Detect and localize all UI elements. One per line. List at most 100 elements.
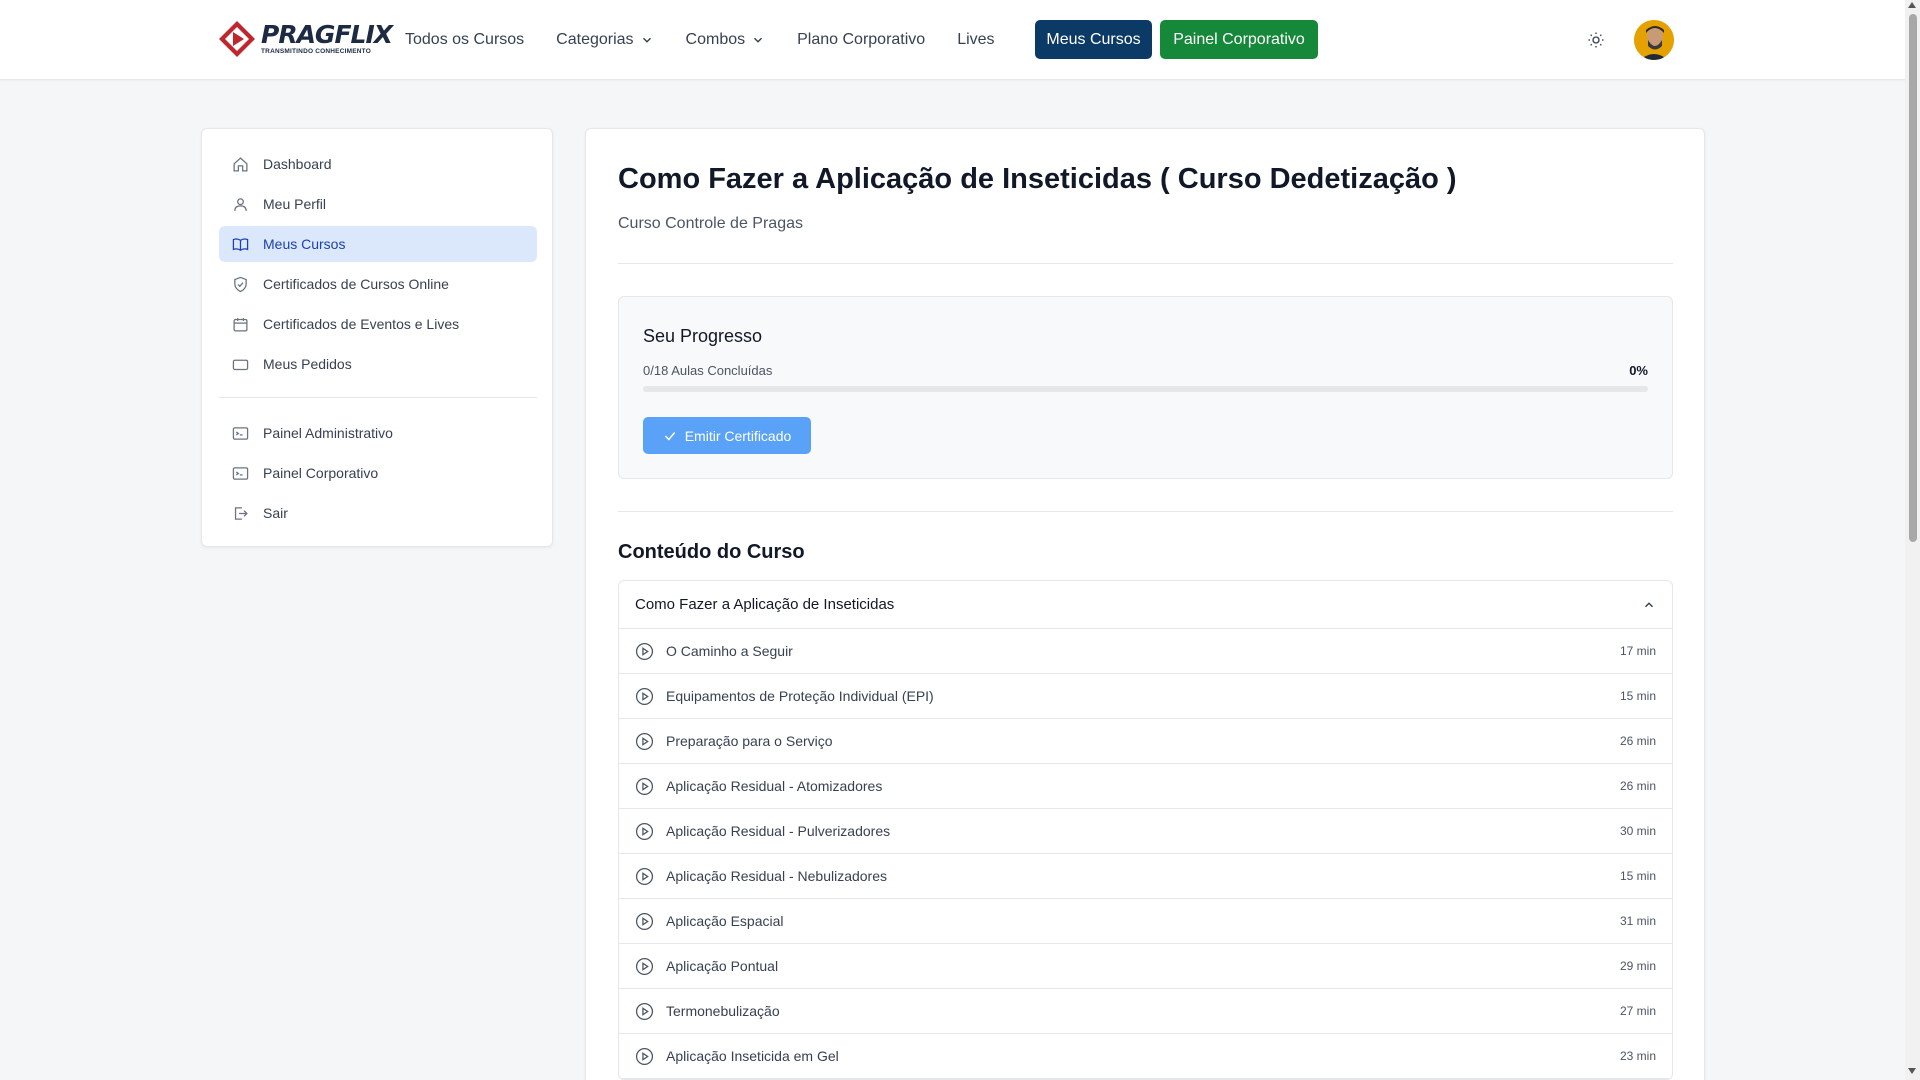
module-accordion: Como Fazer a Aplicação de Inseticidas O … <box>618 580 1673 1080</box>
sidebar-item-meus-cursos[interactable]: Meus Cursos <box>219 226 537 262</box>
pragflix-logo[interactable]: PRAGFLIX TRANSMITINDO CONHECIMENTO <box>217 19 393 59</box>
terminal-icon <box>232 426 249 440</box>
shield-check-icon <box>234 276 247 292</box>
lesson-row[interactable]: Termonebulização 27 min <box>619 989 1672 1034</box>
terminal-icon <box>232 466 249 480</box>
progress-title: Seu Progresso <box>643 326 763 346</box>
meus-cursos-button[interactable]: Meus Cursos <box>1035 20 1152 59</box>
sidebar-item-sair[interactable]: Sair <box>219 495 537 531</box>
lesson-title: Preparação para o Serviço <box>666 733 833 749</box>
sun-icon[interactable] <box>1586 30 1606 50</box>
painel-corporativo-button[interactable]: Painel Corporativo <box>1160 20 1318 59</box>
lesson-duration: 29 min <box>1619 959 1656 973</box>
lesson-title: Aplicação Residual - Atomizadores <box>666 778 883 794</box>
credit-card-icon <box>232 359 249 370</box>
logo-tagline: TRANSMITINDO CONHECIMENTO <box>261 48 371 56</box>
nav-combos[interactable]: Combos <box>686 31 766 49</box>
lesson-row[interactable]: Preparação para o Serviço 26 min <box>619 719 1672 764</box>
divider <box>618 263 1673 264</box>
course-category: Curso Controle de Pragas <box>618 215 803 232</box>
sidebar: Dashboard Meu Perfil Meus Cursos Certifi… <box>201 128 553 547</box>
lesson-row[interactable]: Aplicação Residual - Nebulizadores 15 min <box>619 854 1672 899</box>
lesson-row[interactable]: Equipamentos de Proteção Individual (EPI… <box>619 674 1672 719</box>
nav-label: Todos os Cursos <box>405 31 525 48</box>
play-circle-icon <box>635 1002 654 1020</box>
nav-todos-os-cursos[interactable]: Todos os Cursos <box>405 31 524 49</box>
chevron-down-icon <box>754 37 763 43</box>
sidebar-item-label: Dashboard <box>263 156 332 172</box>
progress-card: Seu Progresso 0/18 Aulas Concluídas 0% E… <box>618 296 1673 479</box>
sidebar-item-label: Meus Pedidos <box>263 356 352 372</box>
book-open-icon <box>232 237 249 251</box>
play-circle-icon <box>635 642 654 660</box>
course-panel: Como Fazer a Aplicação de Inseticidas ( … <box>585 128 1705 1080</box>
lesson-title: Aplicação Residual - Nebulizadores <box>666 868 888 884</box>
lesson-duration: 26 min <box>1619 779 1656 793</box>
nav-categorias[interactable]: Categorias <box>556 31 653 49</box>
sidebar-item-label: Meu Perfil <box>263 196 327 212</box>
sidebar-item-certificados-cursos[interactable]: Certificados de Cursos Online <box>219 266 537 302</box>
lesson-title: Aplicação Espacial <box>666 913 784 929</box>
home-icon <box>233 156 248 172</box>
nav-label: Lives <box>957 31 995 48</box>
lesson-duration: 31 min <box>1619 914 1656 928</box>
lesson-title: Aplicação Pontual <box>666 958 779 974</box>
lesson-duration: 30 min <box>1619 824 1656 838</box>
scroll-down-arrow[interactable] <box>1908 1068 1916 1074</box>
play-circle-icon <box>635 732 654 750</box>
sidebar-item-label: Sair <box>263 505 288 521</box>
lesson-duration: 15 min <box>1619 869 1656 883</box>
button-label: Emitir Certificado <box>684 427 792 444</box>
nav-plano-corporativo[interactable]: Plano Corporativo <box>797 31 925 49</box>
sidebar-item-painel-corporativo[interactable]: Painel Corporativo <box>219 455 537 491</box>
play-circle-icon <box>635 1047 654 1065</box>
nav-lives[interactable]: Lives <box>957 31 994 49</box>
lesson-row[interactable]: O Caminho a Seguir 17 min <box>619 629 1672 674</box>
section-title: Conteúdo do Curso <box>618 541 805 563</box>
play-circle-icon <box>635 687 654 705</box>
lesson-row[interactable]: Aplicação Residual - Atomizadores 26 min <box>619 764 1672 809</box>
sidebar-item-meu-perfil[interactable]: Meu Perfil <box>219 186 537 222</box>
lesson-row[interactable]: Aplicação Inseticida em Gel 23 min <box>619 1034 1672 1079</box>
logout-icon <box>234 506 248 520</box>
page-title: Como Fazer a Aplicação de Inseticidas ( … <box>618 163 1457 195</box>
lesson-row[interactable]: Aplicação Residual - Pulverizadores 30 mi… <box>619 809 1672 854</box>
main-nav: Todos os Cursos Categorias Combos Plano … <box>405 20 1027 60</box>
lesson-title: Aplicação Residual - Pulverizadores <box>666 823 891 839</box>
lesson-duration: 27 min <box>1619 1004 1656 1018</box>
scroll-up-arrow[interactable] <box>1908 2 1916 8</box>
sidebar-item-certificados-eventos[interactable]: Certificados de Eventos e Lives <box>219 306 537 342</box>
progress-percent: 0% <box>1629 363 1648 378</box>
lesson-duration: 26 min <box>1619 734 1656 748</box>
module-title: Como Fazer a Aplicação de Inseticidas <box>635 596 895 613</box>
play-circle-icon <box>635 912 654 930</box>
lesson-row[interactable]: Aplicação Espacial 31 min <box>619 899 1672 944</box>
avatar[interactable] <box>1634 20 1674 60</box>
sidebar-item-meus-pedidos[interactable]: Meus Pedidos <box>219 346 537 382</box>
scrollbar-thumb[interactable] <box>1909 14 1917 542</box>
play-circle-icon <box>635 777 654 795</box>
sidebar-divider <box>219 397 537 398</box>
sidebar-item-label: Meus Cursos <box>263 236 346 252</box>
page-scrollbar[interactable] <box>1905 0 1920 1080</box>
lesson-title: Aplicação Inseticida em Gel <box>666 1048 839 1064</box>
emitir-certificado-button[interactable]: Emitir Certificado <box>643 417 811 454</box>
sidebar-item-painel-administrativo[interactable]: Painel Administrativo <box>219 415 537 451</box>
calendar-icon <box>233 317 248 332</box>
lesson-row[interactable]: Aplicação Pontual 29 min <box>619 944 1672 989</box>
lesson-title: Termonebulização <box>666 1003 780 1019</box>
play-circle-icon <box>635 957 654 975</box>
sidebar-item-dashboard[interactable]: Dashboard <box>219 146 537 182</box>
module-header[interactable]: Como Fazer a Aplicação de Inseticidas <box>619 581 1672 629</box>
user-icon <box>234 197 247 211</box>
chevron-up-icon <box>1644 601 1654 607</box>
lesson-title: Equipamentos de Proteção Individual (EPI… <box>666 688 934 704</box>
sidebar-item-label: Certificados de Cursos Online <box>263 276 449 292</box>
logo-name: PRAGFLIX <box>261 20 393 50</box>
lesson-duration: 15 min <box>1619 689 1656 703</box>
play-circle-icon <box>635 822 654 840</box>
sidebar-item-label: Certificados de Eventos e Lives <box>263 316 460 332</box>
lesson-list: O Caminho a Seguir 17 min Equipamentos de … <box>619 629 1672 1079</box>
lesson-duration: 23 min <box>1619 1049 1656 1063</box>
logo-play-icon <box>217 19 257 59</box>
